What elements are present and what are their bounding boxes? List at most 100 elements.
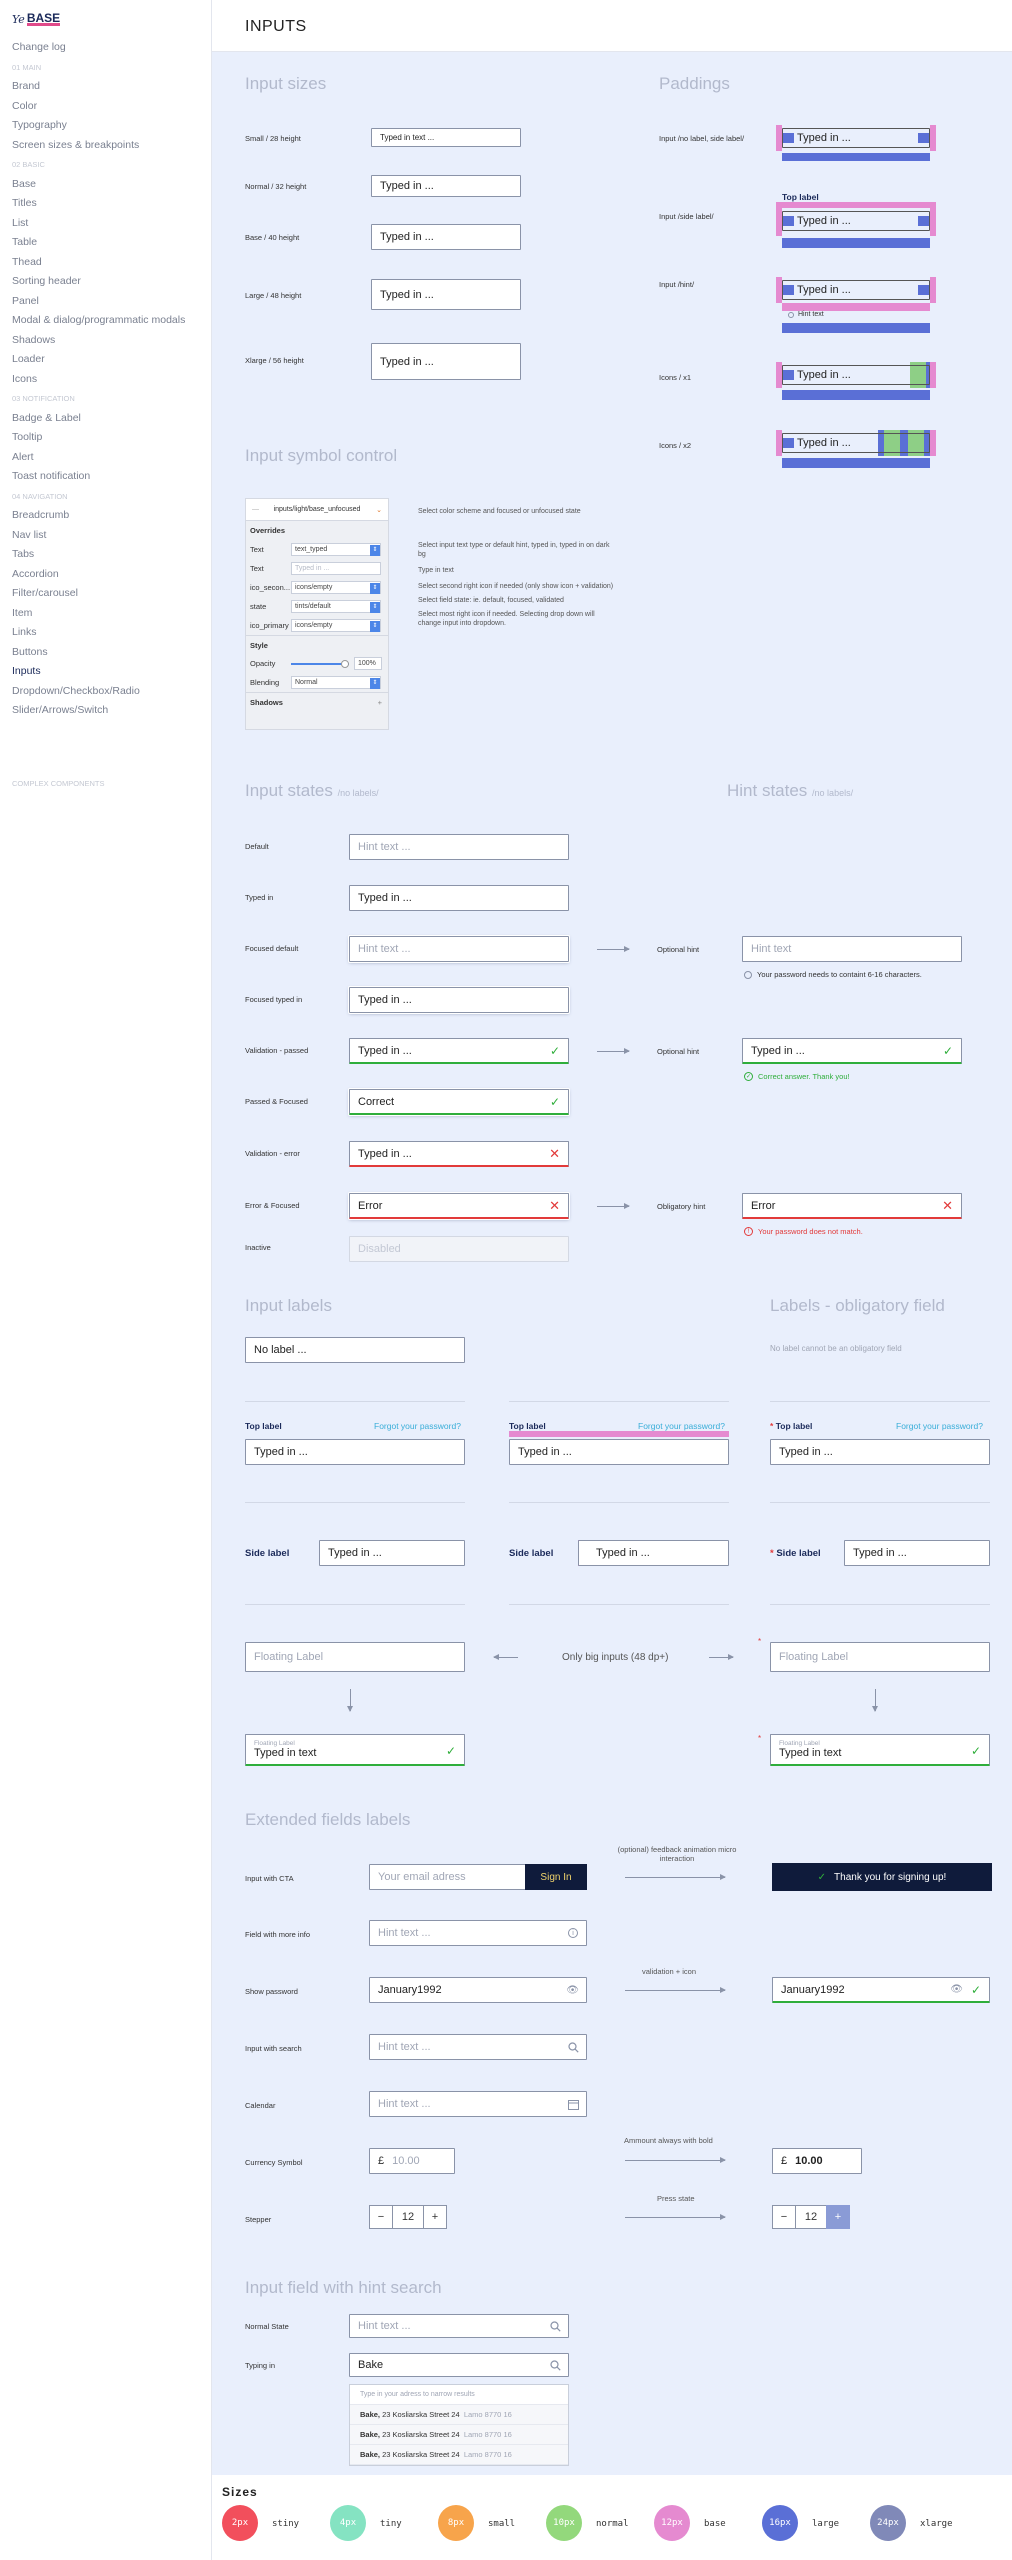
size-input-small[interactable]: Typed in text ... <box>371 128 521 147</box>
stepper-minus-button-press[interactable]: − <box>772 2205 796 2229</box>
eye-icon[interactable]: 👁 <box>566 1985 579 1996</box>
more-info-input[interactable]: Hint text ... i <box>369 1920 587 1946</box>
sidebar-item-tabs[interactable]: Tabs <box>12 545 199 565</box>
size-input-large[interactable]: Typed in ... <box>371 279 521 310</box>
password-input-validated[interactable]: January1992 👁 ✓ <box>772 1977 990 2003</box>
state-input-passed-focused[interactable]: Correct ✓ <box>349 1089 569 1115</box>
sidebar-item-shadows[interactable]: Shadows <box>12 331 199 351</box>
floating-label-filled-1[interactable]: Floating Label Typed in text ✓ <box>245 1734 465 1766</box>
search-icon[interactable] <box>568 2041 579 2053</box>
calendar-icon[interactable] <box>568 2099 579 2110</box>
override-field-2[interactable]: Typed in ... <box>291 562 381 575</box>
search-input[interactable]: Hint text ... <box>369 2034 587 2060</box>
state-input-typed[interactable]: Typed in ... <box>349 885 569 911</box>
opacity-slider[interactable] <box>291 660 349 668</box>
forgot-password-link-3[interactable]: Forgot your password? <box>896 1421 983 1431</box>
stepper-minus-button[interactable]: − <box>369 2205 393 2229</box>
info-icon[interactable]: i <box>568 1928 578 1938</box>
sidebar-item-item[interactable]: Item <box>12 604 199 624</box>
size-input-xlarge[interactable]: Typed in ... <box>371 343 521 380</box>
floating-label-input-2[interactable]: Floating Label <box>770 1642 990 1672</box>
sidebar-item-inputs[interactable]: Inputs <box>12 662 199 682</box>
sidebar-item-titles[interactable]: Titles <box>12 194 199 214</box>
symbol-selector[interactable]: — inputs/light/base_unfocused ⌄ <box>246 499 388 521</box>
stepper-value[interactable]: 12 <box>392 2205 424 2229</box>
result-item[interactable]: Bake, 23 Kosliarska Street 24 Lamo 8770 … <box>350 2405 568 2425</box>
password-input[interactable]: January1992 👁 <box>369 1977 587 2003</box>
sidebar-item-filter-carousel[interactable]: Filter/carousel <box>12 584 199 604</box>
floating-label-input-1[interactable]: Floating Label <box>245 1642 465 1672</box>
sidebar-item-slider-arrows-switch[interactable]: Slider/Arrows/Switch <box>12 701 199 721</box>
sidebar-item-modal-dialog-programmatic-modals[interactable]: Modal & dialog/programmatic modals <box>12 311 199 331</box>
sidebar-item-dropdown-checkbox-radio[interactable]: Dropdown/Checkbox/Radio <box>12 682 199 702</box>
result-item[interactable]: Bake, 23 Kosliarska Street 24 Lamo 8770 … <box>350 2425 568 2445</box>
side-label-input-2[interactable]: Typed in ... <box>578 1540 729 1566</box>
sidebar-footer[interactable]: COMPLEX COMPONENTS <box>12 779 199 788</box>
email-input[interactable]: Your email adress <box>369 1864 529 1890</box>
override-field-1[interactable]: text_typed ⇕ <box>291 543 381 556</box>
stepper-plus-button-pressed[interactable]: + <box>826 2205 850 2229</box>
state-input-default[interactable]: Hint text ... <box>349 834 569 860</box>
sidebar-item-table[interactable]: Table <box>12 233 199 253</box>
hint-input-3[interactable]: Error ✕ <box>742 1193 962 1219</box>
side-label-input-3[interactable]: Typed in ... <box>844 1540 990 1566</box>
sidebar-item-thead[interactable]: Thead <box>12 253 199 273</box>
side-label-input-1[interactable]: Typed in ... <box>319 1540 465 1566</box>
hint-input-1[interactable]: Hint text <box>742 936 962 962</box>
sidebar-item-panel[interactable]: Panel <box>12 292 199 312</box>
floating-label-filled-2[interactable]: Floating Label Typed in text ✓ <box>770 1734 990 1766</box>
calendar-input[interactable]: Hint text ... <box>369 2091 587 2117</box>
sidebar-item-color[interactable]: Color <box>12 97 199 117</box>
sidebar-item-loader[interactable]: Loader <box>12 350 199 370</box>
state-input-validation-error[interactable]: Typed in ... ✕ <box>349 1141 569 1167</box>
sidebar-item-alert[interactable]: Alert <box>12 448 199 468</box>
sidebar-item-links[interactable]: Links <box>12 623 199 643</box>
size-input-normal[interactable]: Typed in ... <box>371 175 521 197</box>
sidebar-item-buttons[interactable]: Buttons <box>12 643 199 663</box>
opacity-value[interactable]: 100% <box>354 657 382 670</box>
stepper-plus-button[interactable]: + <box>423 2205 447 2229</box>
top-label-input-2[interactable]: Typed in ... <box>509 1439 729 1465</box>
eye-icon[interactable]: 👁 <box>950 1984 963 1995</box>
opacity-slider-handle[interactable] <box>341 660 349 668</box>
forgot-password-link-1[interactable]: Forgot your password? <box>374 1421 461 1431</box>
sidebar-item-sorting-header[interactable]: Sorting header <box>12 272 199 292</box>
sidebar-item-toast-notification[interactable]: Toast notification <box>12 467 199 487</box>
sidebar-item-badge-label[interactable]: Badge & Label <box>12 409 199 429</box>
sidebar-item-tooltip[interactable]: Tooltip <box>12 428 199 448</box>
result-item[interactable]: Bake, 23 Kosliarska Street 24 Lamo 8770 … <box>350 2445 568 2465</box>
logo[interactable]: Ye BASE <box>12 8 199 30</box>
sidebar-item-nav-list[interactable]: Nav list <box>12 526 199 546</box>
search-icon[interactable] <box>550 2320 561 2332</box>
sidebar-item-icons[interactable]: Icons <box>12 370 199 390</box>
state-input-validation-passed[interactable]: Typed in ... ✓ <box>349 1038 569 1064</box>
override-field-3[interactable]: icons/empty ⇕ <box>291 581 381 594</box>
state-input-focused-typed[interactable]: Typed in ... <box>349 987 569 1013</box>
sign-in-button[interactable]: Sign In <box>525 1864 587 1890</box>
state-input-focused-default[interactable]: Hint text ... <box>349 936 569 962</box>
hint-input-2[interactable]: Typed in ... ✓ <box>742 1038 962 1064</box>
override-field-5[interactable]: icons/empty ⇕ <box>291 619 381 632</box>
hint-search-input-typing[interactable]: Bake <box>349 2353 569 2377</box>
top-label-input-1[interactable]: Typed in ... <box>245 1439 465 1465</box>
sidebar-item-change-log[interactable]: Change log <box>12 38 199 58</box>
plus-icon[interactable]: + <box>378 698 382 707</box>
forgot-password-link-2[interactable]: Forgot your password? <box>638 1421 725 1431</box>
blending-field[interactable]: Normal ⇕ <box>291 676 381 689</box>
sidebar-item-breadcrumb[interactable]: Breadcrumb <box>12 506 199 526</box>
sidebar-item-screen-sizes-breakpoints[interactable]: Screen sizes & breakpoints <box>12 136 199 156</box>
state-input-error-focused[interactable]: Error ✕ <box>349 1193 569 1219</box>
sidebar-item-brand[interactable]: Brand <box>12 77 199 97</box>
search-icon[interactable] <box>550 2359 561 2371</box>
stepper-value-press[interactable]: 12 <box>795 2205 827 2229</box>
currency-input[interactable]: £10.00 <box>369 2148 455 2174</box>
sidebar-item-typography[interactable]: Typography <box>12 116 199 136</box>
sidebar-item-base[interactable]: Base <box>12 175 199 195</box>
hint-search-input-normal[interactable]: Hint text ... <box>349 2314 569 2338</box>
sidebar-item-accordion[interactable]: Accordion <box>12 565 199 585</box>
no-label-input[interactable]: No label ... <box>245 1337 465 1363</box>
top-label-input-3[interactable]: Typed in ... <box>770 1439 990 1465</box>
size-input-base[interactable]: Typed in ... <box>371 224 521 250</box>
override-field-4[interactable]: tints/default ⇕ <box>291 600 381 613</box>
currency-input-filled[interactable]: £10.00 <box>772 2148 862 2174</box>
